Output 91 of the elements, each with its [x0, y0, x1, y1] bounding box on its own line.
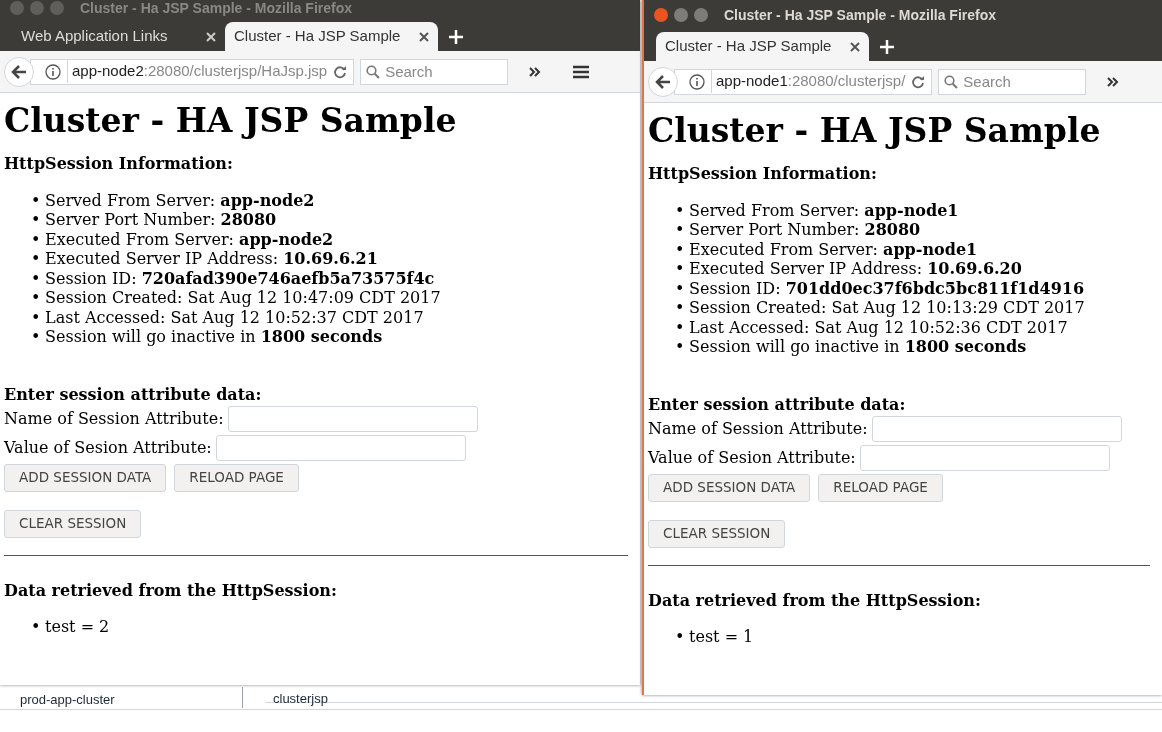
form-button[interactable]: ADD SESSION DATA	[648, 474, 811, 502]
bullet: •	[675, 259, 686, 279]
tab[interactable]: Cluster - Ha JSP Sample	[656, 32, 869, 61]
list-item: test = 1	[689, 625, 754, 647]
input-field[interactable]	[859, 444, 1110, 471]
menu-icon[interactable]	[572, 64, 591, 79]
back-button[interactable]	[4, 56, 34, 87]
window-title: Cluster - Ha JSP Sample - Mozilla Firefox	[724, 7, 997, 23]
bullet: •	[675, 220, 686, 240]
field-label: Value of Sesion Attribute:	[648, 447, 856, 468]
close-icon[interactable]	[419, 31, 429, 42]
back-button[interactable]	[648, 66, 678, 97]
field-label: Name of Session Attribute:	[648, 418, 868, 439]
double-chevron-icon[interactable]	[528, 65, 543, 78]
list-item: Executed From Server: app-node2	[45, 228, 334, 250]
section-heading: HttpSession Information:	[648, 164, 878, 184]
list-item: Session ID: 701dd0ec37f6bdc5bc811f1d4916	[689, 277, 1085, 299]
input-field[interactable]	[871, 415, 1122, 442]
search-field[interactable]: Search	[360, 58, 509, 85]
section-heading: Enter session attribute data:	[648, 394, 907, 414]
bullet: •	[31, 190, 42, 210]
list-item: Server Port Number: 28080	[689, 220, 921, 241]
list-item: Session ID: 720afad390e746aefb5a73575f4c	[45, 267, 435, 289]
reload-icon[interactable]	[911, 74, 926, 89]
address-bar[interactable]: app-node2:28080/clusterjsp/HaJsp.jsp	[30, 58, 355, 85]
list-item: Session Created: Sat Aug 12 10:47:09 CDT 2017	[45, 287, 441, 309]
list-item: Executed Server IP Address: 10.69.6.20	[689, 259, 1022, 280]
bullet: •	[675, 337, 686, 357]
input-field[interactable]	[215, 434, 466, 461]
bullet: •	[31, 616, 42, 636]
section-heading: HttpSession Information:	[4, 154, 234, 174]
search-icon	[366, 64, 381, 79]
window-title: Cluster - Ha JSP Sample - Mozilla Firefox	[80, 0, 353, 16]
reload-icon[interactable]	[333, 64, 348, 79]
plus-icon[interactable]	[879, 39, 895, 55]
bullet: •	[675, 317, 686, 337]
list-item: Executed From Server: app-node1	[689, 238, 978, 260]
field-label: Value of Sesion Attribute:	[4, 437, 212, 458]
form-button[interactable]: RELOAD PAGE	[818, 474, 943, 502]
bullet: •	[31, 249, 42, 269]
table-cell: clusterjsp	[273, 691, 328, 706]
bullet: •	[31, 268, 42, 288]
close-icon[interactable]	[654, 8, 668, 22]
tree-item[interactable]: prod-app-cluster	[20, 692, 115, 707]
bullet: •	[31, 327, 42, 347]
bullet: •	[675, 278, 686, 298]
address-bar[interactable]: app-node1:28080/clusterjsp/	[674, 68, 933, 95]
form-button[interactable]: CLEAR SESSION	[648, 520, 786, 548]
input-field[interactable]	[227, 405, 478, 432]
list-item: Session Created: Sat Aug 12 10:13:29 CDT 2017	[689, 297, 1085, 319]
info-icon	[689, 73, 705, 90]
section-heading: Data retrieved from the HttpSession:	[648, 591, 982, 611]
list-item: test = 2	[45, 615, 110, 637]
bullet: •	[675, 200, 686, 220]
bullet: •	[31, 307, 42, 327]
bullet: •	[675, 626, 686, 646]
list-item: Last Accessed: Sat Aug 12 10:52:36 CDT 2017	[689, 317, 1068, 338]
back-arrow-icon	[11, 64, 27, 79]
list-item: Executed Server IP Address: 10.69.6.21	[45, 249, 378, 270]
bullet: •	[675, 298, 686, 318]
list-item: Session will go inactive in 1800 seconds	[45, 327, 383, 348]
plus-icon[interactable]	[448, 29, 464, 45]
tab[interactable]: Cluster - Ha JSP Sample	[225, 22, 438, 51]
form-button[interactable]: ADD SESSION DATA	[4, 464, 167, 492]
section-heading: Data retrieved from the HttpSession:	[4, 581, 338, 601]
back-arrow-icon	[655, 74, 671, 89]
list-item: Served From Server: app-node1	[689, 199, 959, 221]
field-label: Name of Session Attribute:	[4, 408, 224, 429]
maximize-icon[interactable]	[694, 8, 708, 22]
section-heading: Enter session attribute data:	[4, 384, 263, 404]
list-item: Last Accessed: Sat Aug 12 10:52:37 CDT 2017	[45, 307, 424, 328]
list-item: Session will go inactive in 1800 seconds	[689, 337, 1027, 358]
list-item: Served From Server: app-node2	[45, 189, 315, 211]
list-item: Server Port Number: 28080	[45, 210, 277, 231]
url-text: app-node2:28080/clusterjsp/HaJsp.jsp	[67, 60, 328, 83]
bullet: •	[675, 239, 686, 259]
bullet: •	[31, 288, 42, 308]
page-heading: Cluster - HA JSP Sample	[4, 101, 458, 141]
bullet: •	[31, 229, 42, 249]
tab[interactable]: Web Application Links	[12, 22, 225, 51]
page-heading: Cluster - HA JSP Sample	[648, 111, 1102, 151]
double-chevron-icon[interactable]	[1106, 75, 1121, 88]
info-icon	[45, 63, 61, 80]
minimize-icon[interactable]	[674, 8, 688, 22]
form-button[interactable]: RELOAD PAGE	[174, 464, 299, 492]
url-text: app-node1:28080/clusterjsp/	[711, 70, 906, 93]
search-icon	[944, 74, 959, 89]
bullet: •	[31, 210, 42, 230]
search-field[interactable]: Search	[938, 68, 1087, 95]
close-icon[interactable]	[850, 41, 860, 52]
form-button[interactable]: CLEAR SESSION	[4, 510, 142, 538]
